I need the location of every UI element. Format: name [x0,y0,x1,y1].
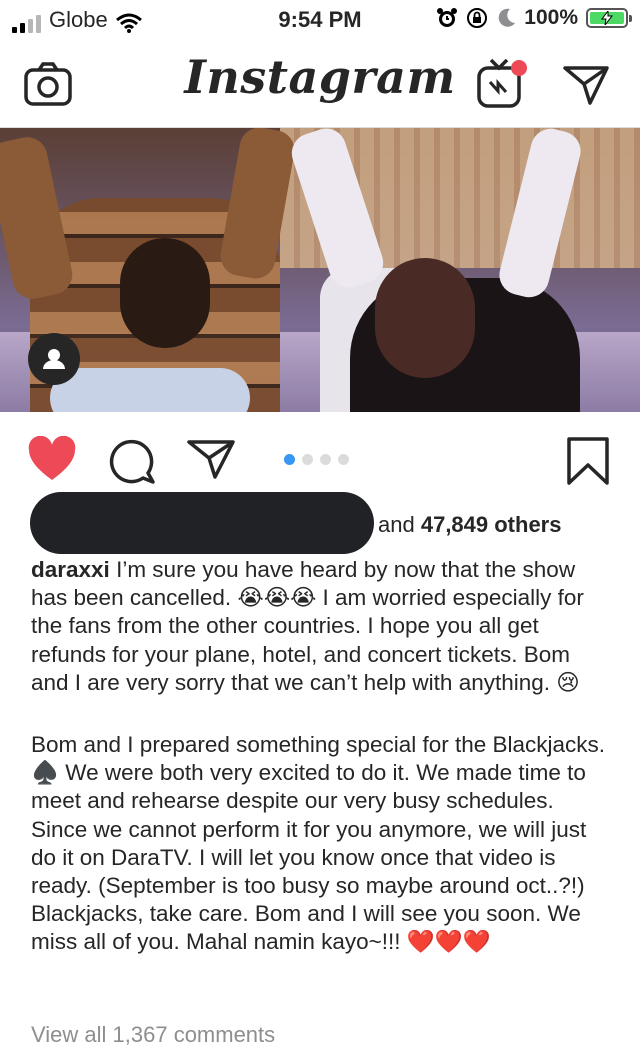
moon-icon [499,8,516,27]
comment-icon[interactable] [108,438,156,484]
battery-percent: 100% [524,6,578,29]
spade-emoji: ♠️ [31,760,60,786]
caption-text: Bom and I prepared something special for… [31,732,606,758]
direct-message-icon[interactable] [562,64,610,106]
likes-text: and 47,849 others [378,512,561,538]
notification-dot [511,60,527,76]
hearts-emoji: ❤️❤️❤️ [406,929,491,955]
sad-emoji: 😢 [556,669,580,695]
heart-icon[interactable] [27,436,77,482]
top-nav-bar: Instagram [0,40,640,128]
status-right: 100% [436,6,632,30]
person-icon [43,349,65,369]
redacted-username [30,492,374,554]
carousel-indicator [284,454,349,465]
view-all-comments-link[interactable]: View all 1,367 comments [31,1022,275,1048]
battery-icon [586,8,632,28]
rotation-lock-icon [467,8,488,28]
carousel-dot [284,454,295,465]
likes-count[interactable]: 47,849 others [421,512,562,537]
status-bar: Globe 9:54 PM 100% [0,0,640,40]
instagram-logo: Instagram [184,50,456,104]
igtv-icon[interactable] [476,58,532,110]
post-image[interactable] [0,128,640,412]
caption-paragraph-1: daraxxi I’m sure you have heard by now t… [31,556,611,697]
bookmark-icon[interactable] [566,436,610,486]
carousel-dot [302,454,313,465]
tagged-users-button[interactable] [28,333,80,385]
likes-and-label: and [378,512,415,537]
alarm-icon [437,8,458,27]
likes-row[interactable]: and 47,849 others [30,492,630,554]
carousel-dot [338,454,349,465]
caption-text: We were both very excited to do it. We m… [31,760,587,955]
share-icon[interactable] [186,438,236,480]
crying-emoji: 😭😭😭 [237,585,317,611]
carousel-dot [320,454,331,465]
post-caption: daraxxi I’m sure you have heard by now t… [31,556,611,957]
caption-paragraph-2: Bom and I prepared something special for… [31,731,611,957]
caption-username[interactable]: daraxxi [31,557,110,582]
